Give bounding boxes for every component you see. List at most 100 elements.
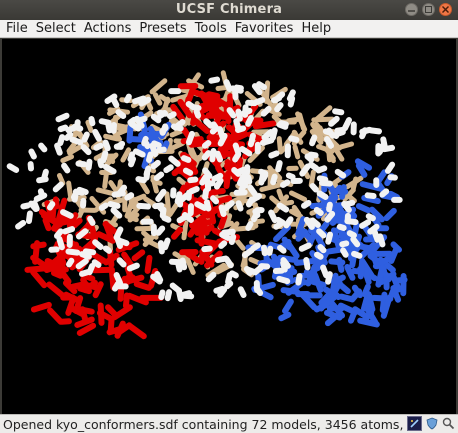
oxygen-bond	[49, 204, 57, 222]
hydrogen-bond	[157, 109, 168, 119]
maximize-icon[interactable]	[422, 3, 435, 16]
hydrogen-bond	[252, 208, 261, 219]
nitrogen-bond	[338, 293, 354, 303]
hydrogen-bond	[102, 245, 113, 254]
hydrogen-bond	[229, 270, 239, 279]
hydrogen-bond	[149, 142, 159, 158]
hydrogen-bond	[240, 107, 253, 117]
molecule-render[interactable]	[2, 39, 456, 414]
hydrogen-bond	[181, 211, 194, 223]
carbon-bond	[311, 116, 335, 123]
hydrogen-bond	[167, 111, 177, 120]
hydrogen-bond	[208, 76, 221, 84]
oxygen-bond	[107, 316, 115, 335]
nitrogen-bond	[346, 244, 354, 262]
hydrogen-bond	[156, 146, 167, 154]
hydrogen-bond	[323, 136, 335, 149]
hydrogen-bond	[161, 215, 172, 223]
hydrogen-bond	[70, 188, 80, 201]
hydrogen-bond	[210, 121, 220, 132]
hydrogen-bond	[260, 105, 272, 117]
nitrogen-bond	[330, 274, 346, 285]
carbon-bond	[103, 133, 120, 142]
hydrogen-bond	[116, 257, 127, 268]
hydrogen-bond	[235, 108, 243, 122]
hydrogen-bond	[115, 109, 127, 119]
menu-file[interactable]: File	[2, 21, 32, 36]
hydrogen-bond	[175, 287, 184, 303]
hydrogen-bond	[295, 273, 303, 286]
hydrogen-bond	[228, 233, 237, 246]
oxygen-bond	[122, 292, 130, 309]
hydrogen-bond	[52, 181, 64, 193]
hydrogen-bond	[270, 173, 278, 186]
nitrogen-bond	[281, 236, 293, 251]
hydrogen-bond	[157, 240, 165, 255]
magnifier-icon[interactable]	[441, 416, 456, 431]
hydrogen-bond	[194, 201, 208, 211]
hydrogen-bond	[75, 258, 89, 270]
hydrogen-bond	[359, 127, 368, 140]
oxygen-bond	[32, 240, 41, 265]
hydrogen-bond	[205, 271, 217, 283]
hydrogen-bond	[69, 136, 84, 146]
hydrogen-bond	[102, 163, 117, 175]
molecule-viewport[interactable]	[2, 39, 456, 414]
hydrogen-bond	[210, 195, 220, 205]
close-icon[interactable]	[439, 3, 452, 16]
hydrogen-bond	[315, 165, 328, 174]
nitrogen-bond	[355, 203, 372, 214]
hydrogen-bond	[65, 248, 81, 256]
hydrogen-bond	[325, 231, 334, 245]
hydrogen-bond	[202, 167, 213, 179]
menu-tools[interactable]: Tools	[191, 21, 231, 36]
oxygen-bond	[79, 306, 89, 322]
hydrogen-bond	[334, 168, 347, 179]
hydrogen-bond	[190, 104, 202, 112]
menu-actions[interactable]: Actions	[80, 21, 136, 36]
oxygen-bond	[52, 196, 60, 210]
hydrogen-bond	[218, 240, 228, 249]
carbon-bond	[276, 136, 283, 153]
hydrogen-bond	[159, 125, 169, 135]
hydrogen-bond	[346, 230, 357, 239]
command-line-icon[interactable]	[407, 416, 422, 431]
hydrogen-bond	[286, 89, 296, 102]
hydrogen-bond	[187, 176, 199, 184]
hydrogen-bond	[116, 237, 130, 247]
hydrogen-bond	[62, 226, 76, 235]
menu-select[interactable]: Select	[32, 21, 80, 36]
hydrogen-bond	[223, 256, 234, 269]
hydrogen-bond	[298, 242, 312, 252]
menu-presets[interactable]: Presets	[135, 21, 190, 36]
hydrogen-bond	[251, 83, 263, 96]
hydrogen-bond	[308, 161, 320, 172]
hydrogen-bond	[38, 142, 48, 153]
hydrogen-bond	[274, 102, 284, 113]
hydrogen-bond	[322, 128, 333, 136]
hydrogen-bond	[326, 201, 333, 213]
minimize-icon[interactable]	[405, 3, 418, 16]
hydrogen-bond	[314, 251, 324, 260]
hydrogen-bond	[384, 161, 396, 174]
hydrogen-bond	[256, 81, 268, 91]
hydrogen-bond	[280, 257, 291, 269]
hydrogen-bond	[260, 137, 275, 146]
hydrogen-bond	[185, 130, 196, 146]
hydrogen-bond	[232, 142, 241, 155]
hydrogen-bond	[250, 242, 261, 252]
hydrogen-bond	[41, 168, 49, 182]
hydrogen-bond	[301, 199, 312, 209]
hydrogen-bond	[303, 257, 311, 271]
menu-favorites[interactable]: Favorites	[231, 21, 298, 36]
menu-help[interactable]: Help	[297, 21, 335, 36]
oxygen-bond	[218, 213, 228, 230]
hydrogen-bond	[201, 140, 212, 149]
hydrogen-bond	[247, 132, 256, 148]
shield-icon[interactable]	[424, 416, 439, 431]
hydrogen-bond	[128, 120, 142, 132]
hydrogen-bond	[275, 160, 283, 173]
hydrogen-bond	[226, 107, 237, 119]
hydrogen-bond	[316, 175, 329, 183]
nitrogen-bond	[388, 246, 400, 265]
